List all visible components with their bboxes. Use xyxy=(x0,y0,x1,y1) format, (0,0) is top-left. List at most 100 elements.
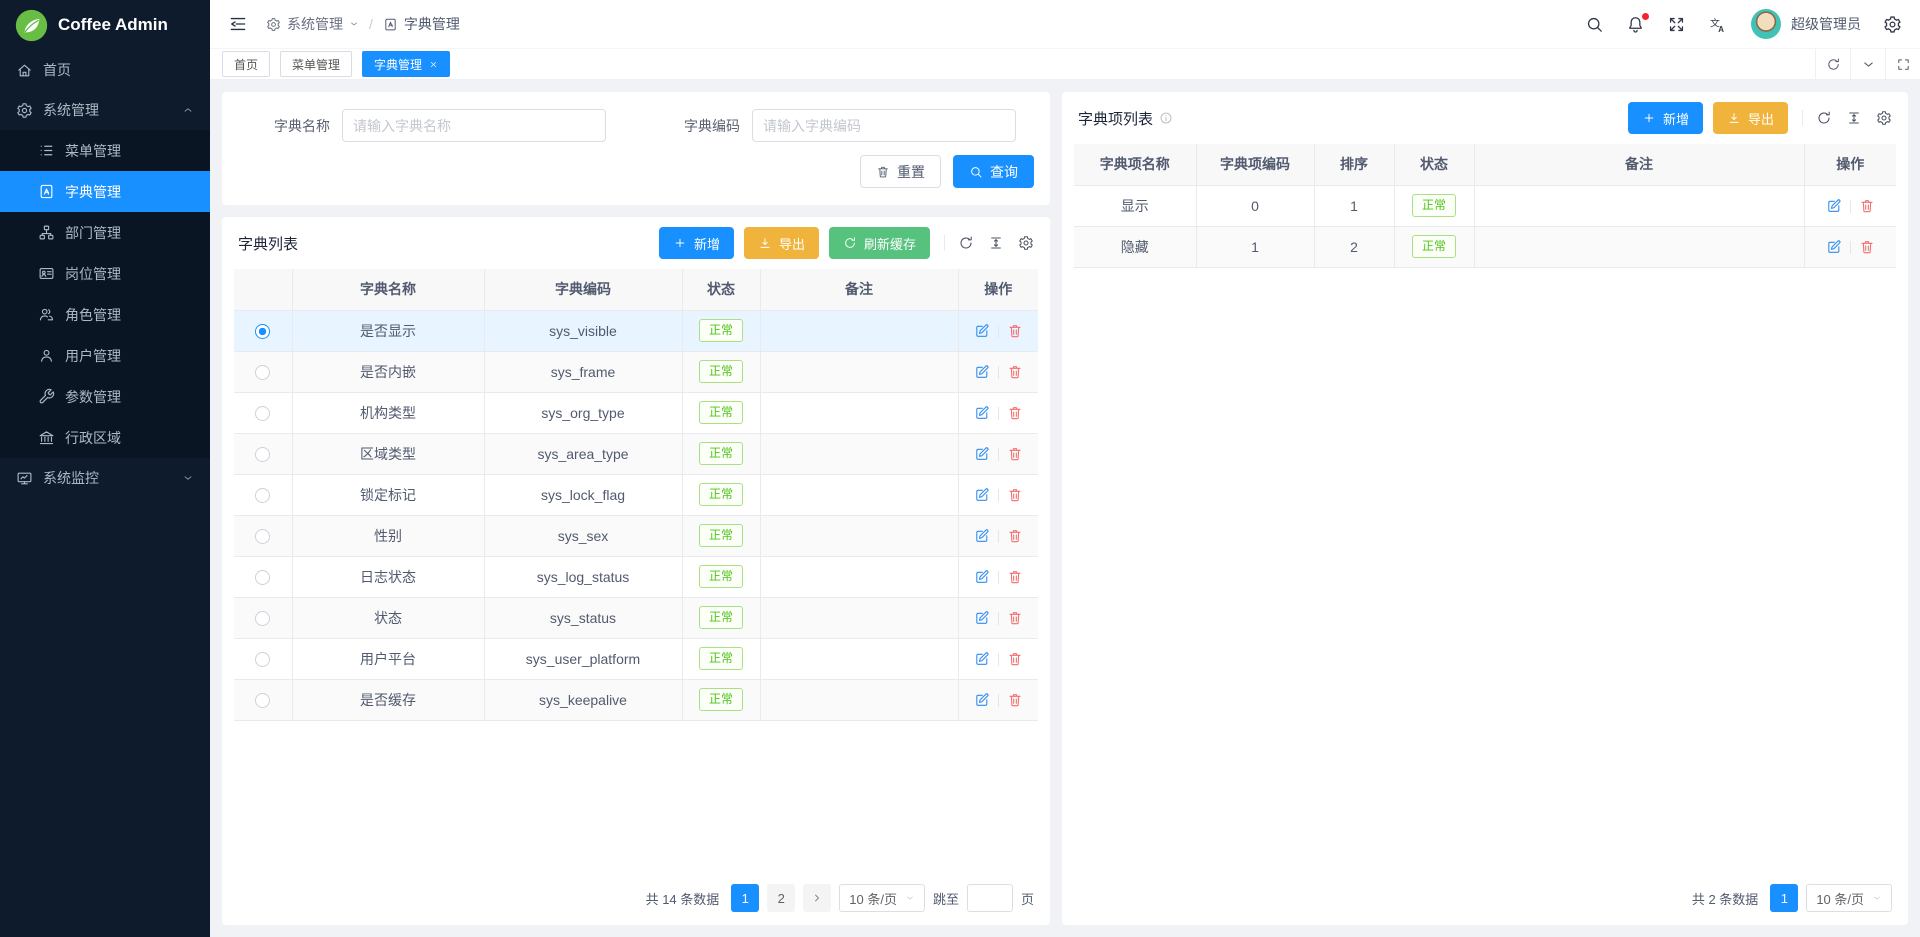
row-radio[interactable] xyxy=(255,611,270,626)
row-radio[interactable] xyxy=(255,529,270,544)
page-button-2[interactable]: 2 xyxy=(767,884,795,912)
delete-icon[interactable] xyxy=(1007,487,1023,503)
delete-icon[interactable] xyxy=(1007,446,1023,462)
delete-icon[interactable] xyxy=(1007,651,1023,667)
edit-icon[interactable] xyxy=(974,323,990,339)
dict-export-button[interactable]: 导出 xyxy=(744,227,819,259)
content-fullscreen-button[interactable] xyxy=(1885,49,1920,79)
dict-row[interactable]: 锁定标记sys_lock_flag正常 xyxy=(234,474,1038,515)
breadcrumb-dict-management[interactable]: 字典管理 xyxy=(383,14,460,34)
dict-row[interactable]: 状态sys_status正常 xyxy=(234,597,1038,638)
dict-row[interactable]: 日志状态sys_log_status正常 xyxy=(234,556,1038,597)
refresh-cache-button[interactable]: 刷新缓存 xyxy=(829,227,930,259)
dict-row[interactable]: 是否缓存sys_keepalive正常 xyxy=(234,679,1038,720)
dict-code-input[interactable] xyxy=(752,109,1016,142)
fullscreen-button[interactable] xyxy=(1667,15,1686,34)
dict-remark xyxy=(760,556,958,597)
page-button-1[interactable]: 1 xyxy=(731,884,759,912)
delete-icon[interactable] xyxy=(1859,198,1875,214)
row-radio[interactable] xyxy=(255,570,270,585)
row-radio[interactable] xyxy=(255,365,270,380)
edit-icon[interactable] xyxy=(974,692,990,708)
sidebar-item-system[interactable]: 系统管理 xyxy=(0,90,210,130)
info-icon[interactable] xyxy=(1159,111,1173,125)
dict-item-row[interactable]: 隐藏12正常 xyxy=(1074,226,1896,267)
tab-menu[interactable]: 菜单管理 xyxy=(280,51,352,77)
language-button[interactable]: 文A xyxy=(1708,15,1727,34)
sidebar-item-role[interactable]: 角色管理 xyxy=(0,294,210,335)
notifications-button[interactable] xyxy=(1626,15,1645,34)
edit-icon[interactable] xyxy=(974,446,990,462)
tab-dict[interactable]: 字典管理 xyxy=(362,51,450,77)
delete-icon[interactable] xyxy=(1007,528,1023,544)
edit-icon[interactable] xyxy=(974,528,990,544)
settings-button[interactable] xyxy=(1883,15,1902,34)
delete-icon[interactable] xyxy=(1007,569,1023,585)
tab-options-button[interactable] xyxy=(1850,49,1885,79)
sidebar-item-dict[interactable]: 字典管理 xyxy=(0,171,210,212)
delete-icon[interactable] xyxy=(1007,405,1023,421)
page-size-select[interactable]: 10 条/页 xyxy=(1806,884,1892,912)
jump-page-input[interactable] xyxy=(967,884,1013,912)
item-add-button[interactable]: 新增 xyxy=(1628,102,1703,134)
search-button[interactable] xyxy=(1585,15,1604,34)
edit-icon[interactable] xyxy=(974,364,990,380)
edit-icon[interactable] xyxy=(1826,198,1842,214)
dict-item-row[interactable]: 显示01正常 xyxy=(1074,185,1896,226)
sidebar-item-home[interactable]: 首页 xyxy=(0,50,210,90)
delete-icon[interactable] xyxy=(1859,239,1875,255)
close-tab-icon[interactable] xyxy=(429,60,438,69)
sidebar-collapse-button[interactable] xyxy=(228,14,248,34)
sidebar-item-post[interactable]: 岗位管理 xyxy=(0,253,210,294)
page-button-1[interactable]: 1 xyxy=(1770,884,1798,912)
avatar[interactable] xyxy=(1751,9,1781,39)
row-radio[interactable] xyxy=(255,447,270,462)
sidebar-item-menu[interactable]: 菜单管理 xyxy=(0,130,210,171)
row-radio[interactable] xyxy=(255,693,270,708)
edit-icon[interactable] xyxy=(974,610,990,626)
delete-icon[interactable] xyxy=(1007,364,1023,380)
row-radio[interactable] xyxy=(255,324,270,339)
next-page-button[interactable] xyxy=(803,884,831,912)
column-settings-icon[interactable] xyxy=(1018,235,1034,251)
dict-row[interactable]: 性别sys_sex正常 xyxy=(234,515,1038,556)
delete-icon[interactable] xyxy=(1007,692,1023,708)
edit-icon[interactable] xyxy=(974,405,990,421)
density-icon[interactable] xyxy=(988,235,1004,251)
row-radio[interactable] xyxy=(255,488,270,503)
edit-icon[interactable] xyxy=(974,651,990,667)
refresh-page-button[interactable] xyxy=(1815,49,1850,79)
dict-row[interactable]: 是否内嵌sys_frame正常 xyxy=(234,351,1038,392)
page-size-select[interactable]: 10 条/页 xyxy=(839,884,925,912)
sidebar-item-region[interactable]: 行政区域 xyxy=(0,417,210,458)
sidebar-item-dept[interactable]: 部门管理 xyxy=(0,212,210,253)
reset-button[interactable]: 重置 xyxy=(860,155,941,188)
row-radio[interactable] xyxy=(255,652,270,667)
refresh-table-icon[interactable] xyxy=(958,235,974,251)
item-export-button[interactable]: 导出 xyxy=(1713,102,1788,134)
sidebar-item-param[interactable]: 参数管理 xyxy=(0,376,210,417)
row-radio[interactable] xyxy=(255,406,270,421)
app-logo[interactable]: Coffee Admin xyxy=(0,0,210,50)
sidebar-item-user[interactable]: 用户管理 xyxy=(0,335,210,376)
breadcrumb-system-management[interactable]: 系统管理 xyxy=(266,14,359,34)
column-settings-icon[interactable] xyxy=(1876,110,1892,126)
refresh-table-icon[interactable] xyxy=(1816,110,1832,126)
dict-row[interactable]: 是否显示sys_visible正常 xyxy=(234,310,1038,351)
users-icon xyxy=(38,306,55,323)
tab-home[interactable]: 首页 xyxy=(222,51,270,77)
sidebar-item-monitor[interactable]: 系统监控 xyxy=(0,458,210,498)
delete-icon[interactable] xyxy=(1007,610,1023,626)
edit-icon[interactable] xyxy=(974,487,990,503)
delete-icon[interactable] xyxy=(1007,323,1023,339)
dict-name-input[interactable] xyxy=(342,109,606,142)
query-button[interactable]: 查询 xyxy=(953,155,1034,188)
dict-row[interactable]: 机构类型sys_org_type正常 xyxy=(234,392,1038,433)
dict-add-button[interactable]: 新增 xyxy=(659,227,734,259)
density-icon[interactable] xyxy=(1846,110,1862,126)
trash-icon xyxy=(876,165,890,179)
dict-row[interactable]: 用户平台sys_user_platform正常 xyxy=(234,638,1038,679)
edit-icon[interactable] xyxy=(1826,239,1842,255)
dict-row[interactable]: 区域类型sys_area_type正常 xyxy=(234,433,1038,474)
edit-icon[interactable] xyxy=(974,569,990,585)
